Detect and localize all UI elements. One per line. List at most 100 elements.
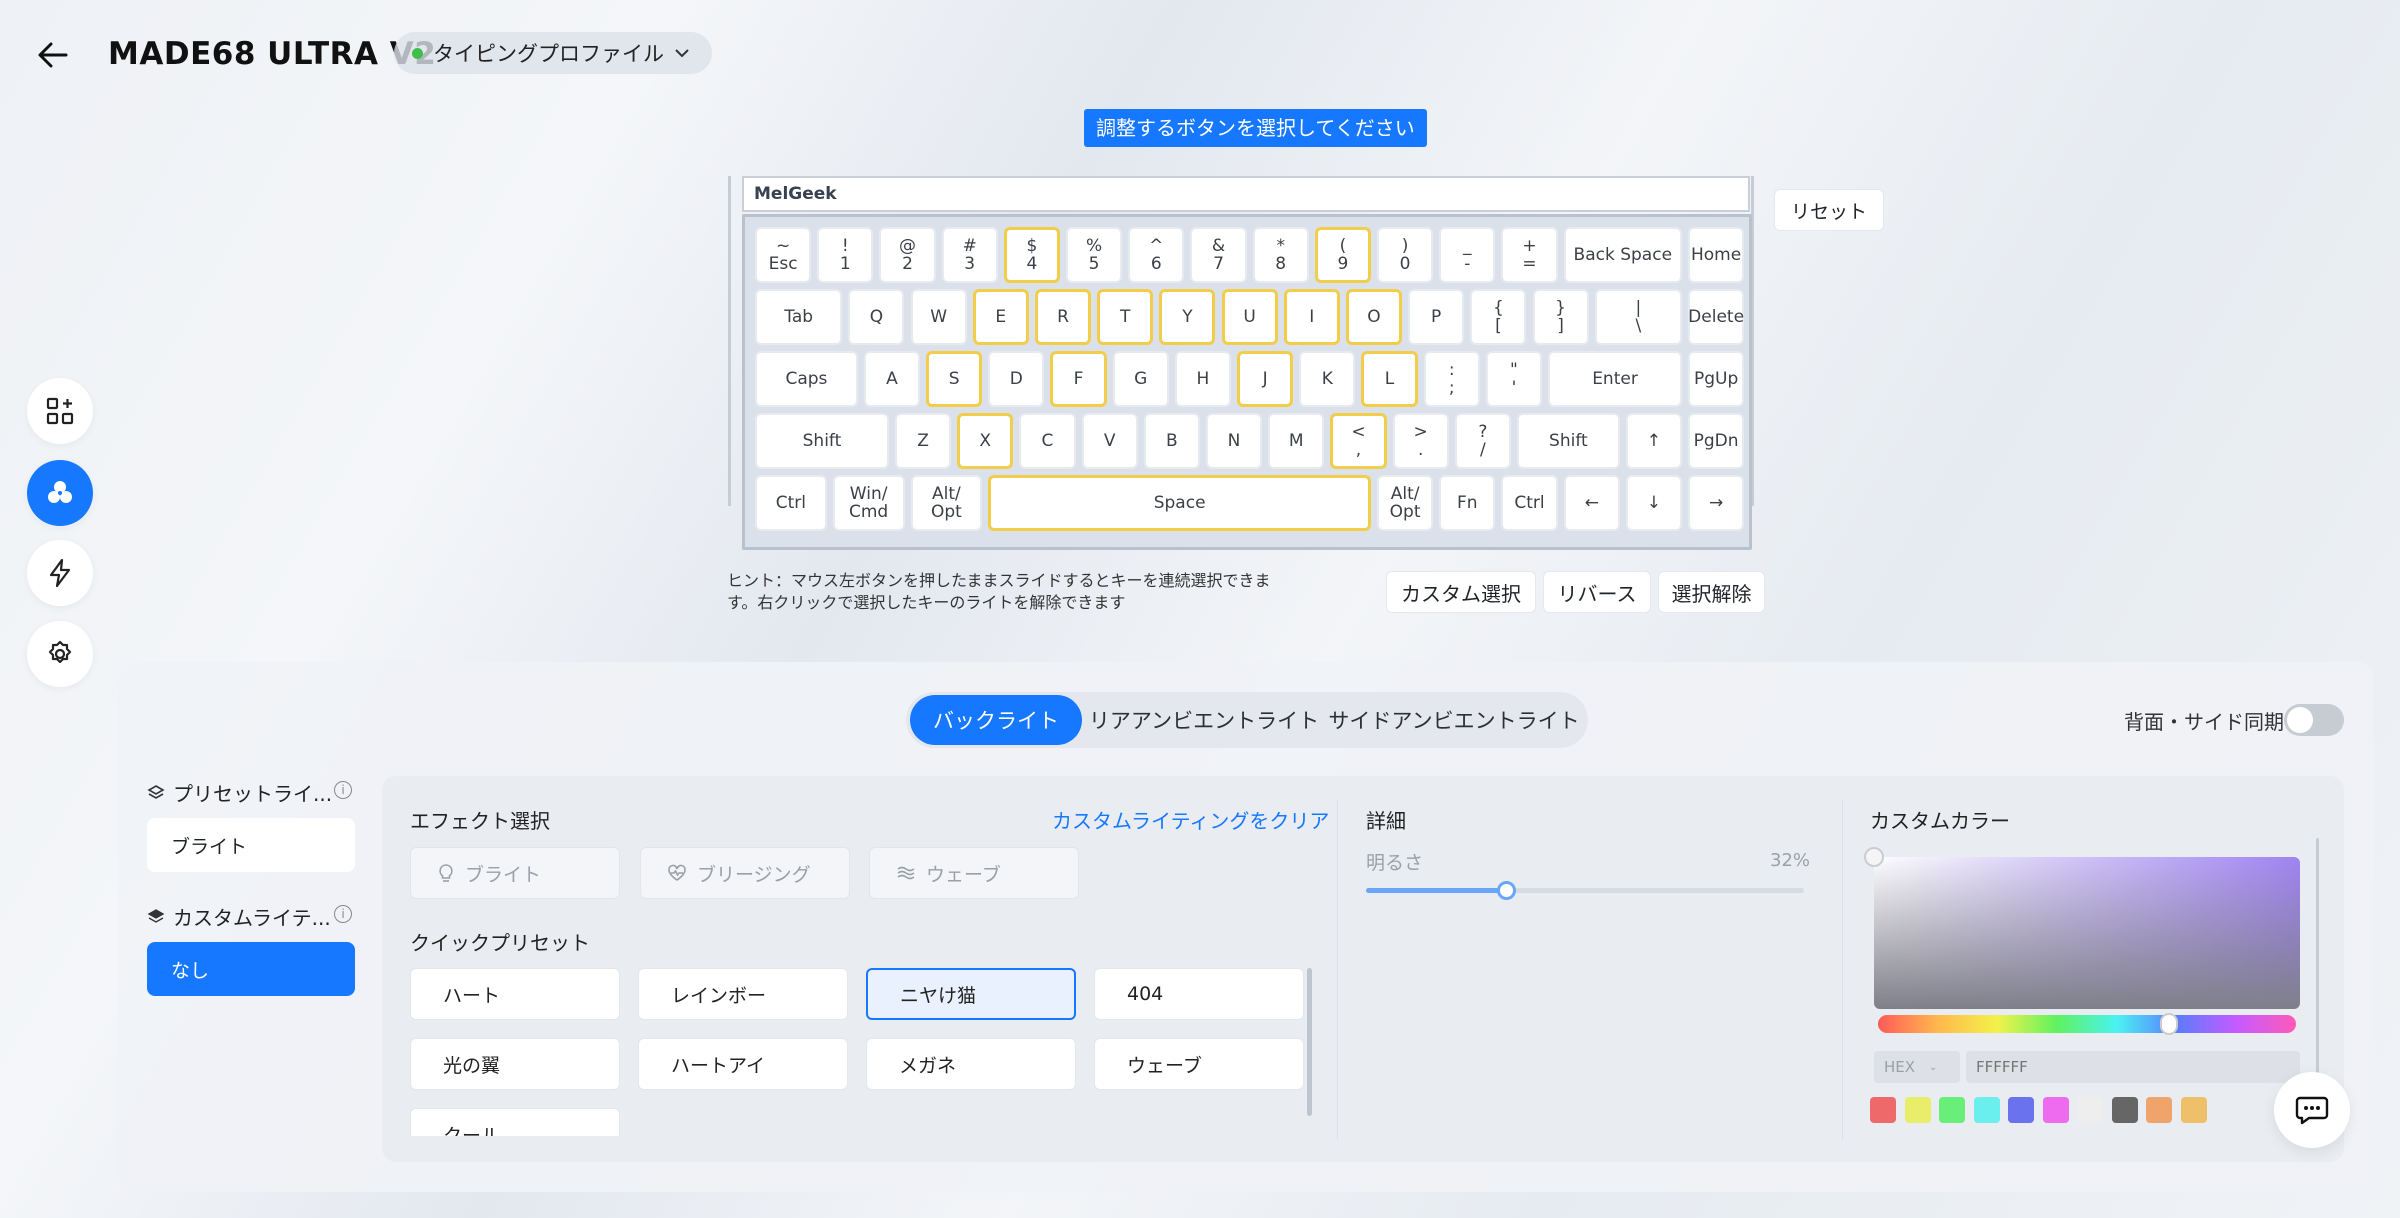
preset-wave[interactable]: ウェーブ <box>1094 1038 1304 1090</box>
color-picker-handle[interactable] <box>1864 847 1884 867</box>
preset-glasses[interactable]: メガネ <box>866 1038 1076 1090</box>
color-swatch[interactable] <box>1870 1097 1896 1123</box>
key[interactable]: * 8 <box>1252 227 1309 283</box>
key[interactable]: Fn <box>1439 475 1496 531</box>
key[interactable]: U <box>1221 289 1278 345</box>
key[interactable]: G <box>1112 351 1169 407</box>
color-swatch[interactable] <box>2008 1097 2034 1123</box>
key[interactable]: #3 <box>941 227 998 283</box>
chat-button[interactable] <box>2274 1072 2350 1148</box>
key[interactable]: PgDn <box>1688 413 1745 469</box>
key[interactable]: Alt/Opt <box>1377 475 1434 531</box>
key[interactable]: @2 <box>879 227 936 283</box>
key[interactable]: W <box>910 289 967 345</box>
effect-wave-button[interactable]: ウェーブ <box>869 847 1079 899</box>
deselect-button[interactable]: 選択解除 <box>1658 571 1765 613</box>
color-swatch[interactable] <box>2146 1097 2172 1123</box>
key[interactable]: → <box>1688 475 1745 531</box>
preset-rainbow[interactable]: レインボー <box>638 968 848 1020</box>
key[interactable]: ^ 6 <box>1128 227 1185 283</box>
key[interactable]: I <box>1283 289 1340 345</box>
info-icon[interactable]: i <box>334 781 352 799</box>
key[interactable]: Ctrl <box>1501 475 1558 531</box>
key[interactable]: ! 1 <box>817 227 874 283</box>
color-swatch[interactable] <box>2042 1097 2069 1123</box>
key[interactable]: ~ Esc <box>755 227 812 283</box>
key[interactable]: E <box>972 289 1029 345</box>
key[interactable]: Alt/Opt <box>910 475 983 531</box>
key[interactable]: S <box>926 351 983 407</box>
key[interactable]: $4 <box>1003 227 1060 283</box>
key[interactable]: }] <box>1532 289 1589 345</box>
key[interactable]: (9 <box>1314 227 1371 283</box>
key[interactable]: F <box>1050 351 1107 407</box>
key[interactable]: ← <box>1563 475 1620 531</box>
color-swatch[interactable] <box>2111 1097 2138 1123</box>
key[interactable]: O <box>1345 289 1403 345</box>
key[interactable]: Shift <box>755 413 889 469</box>
key[interactable]: {[ <box>1470 289 1527 345</box>
key[interactable]: Shift <box>1516 413 1620 469</box>
hue-slider-handle[interactable] <box>2160 1013 2178 1035</box>
key[interactable]: ? / <box>1454 413 1511 469</box>
hue-slider[interactable] <box>1878 1015 2296 1033</box>
preset-lighting-item[interactable]: ブライト <box>147 818 355 872</box>
preset-grinning-cat[interactable]: ニヤけ猫 <box>866 968 1076 1020</box>
info-icon[interactable]: i <box>334 905 352 923</box>
custom-lighting-item[interactable]: なし <box>147 942 355 996</box>
key[interactable]: M <box>1268 413 1325 469</box>
effect-breathing-button[interactable]: ブリージング <box>640 847 850 899</box>
hex-input[interactable] <box>1966 1051 2300 1083</box>
key[interactable]: Back Space <box>1563 227 1682 283</box>
key[interactable]: Caps <box>755 351 858 407</box>
key[interactable]: Ctrl <box>755 475 827 531</box>
key[interactable]: >. <box>1392 413 1449 469</box>
key[interactable]: PgUp <box>1688 351 1745 407</box>
key[interactable]: N <box>1205 413 1263 469</box>
key[interactable]: R <box>1034 289 1092 345</box>
key[interactable]: Win/Cmd <box>832 475 905 531</box>
effect-bright-button[interactable]: ブライト <box>410 847 620 899</box>
color-swatch[interactable] <box>2180 1097 2207 1123</box>
key[interactable]: Q <box>848 289 905 345</box>
nav-performance-button[interactable] <box>27 540 93 606</box>
preset-heart[interactable]: ハート <box>410 968 620 1020</box>
key[interactable]: + = <box>1501 227 1558 283</box>
preset-scrollbar[interactable] <box>1307 968 1312 1116</box>
key[interactable]: A <box>863 351 921 407</box>
key[interactable]: Space <box>988 475 1371 531</box>
key[interactable]: J <box>1237 351 1294 407</box>
color-swatch[interactable] <box>1904 1097 1931 1123</box>
profile-selector[interactable]: タイピングプロファイル <box>394 32 712 74</box>
reset-button[interactable]: リセット <box>1774 189 1884 231</box>
key[interactable]: | \ <box>1594 289 1682 345</box>
preset-cool[interactable]: クール <box>410 1108 620 1136</box>
nav-settings-button[interactable] <box>27 621 93 687</box>
key[interactable]: <, <box>1330 413 1387 469</box>
nav-keymap-button[interactable] <box>27 378 93 444</box>
key[interactable]: L <box>1361 351 1418 407</box>
color-saturation-area[interactable] <box>1874 857 2300 1009</box>
preset-wings-of-light[interactable]: 光の翼 <box>410 1038 620 1090</box>
key[interactable]: % 5 <box>1066 227 1123 283</box>
key[interactable]: ) 0 <box>1377 227 1434 283</box>
key[interactable]: C <box>1019 413 1076 469</box>
key[interactable]: K <box>1299 351 1356 407</box>
key[interactable]: Home <box>1688 227 1745 283</box>
color-panel-scrollbar[interactable] <box>2316 838 2319 1078</box>
key[interactable]: Z <box>894 413 952 469</box>
key[interactable]: _ - <box>1439 227 1496 283</box>
back-button[interactable] <box>30 32 76 78</box>
color-swatch[interactable] <box>1939 1097 1965 1123</box>
nav-lighting-button[interactable] <box>27 460 93 526</box>
clear-custom-lighting-link[interactable]: カスタムライティングをクリア <box>1052 805 1329 834</box>
preset-404[interactable]: 404 <box>1094 968 1304 1020</box>
key[interactable]: P <box>1408 289 1465 345</box>
key[interactable]: Tab <box>755 289 843 345</box>
key[interactable]: D <box>988 351 1045 407</box>
key[interactable]: H <box>1174 351 1232 407</box>
key[interactable]: :; <box>1423 351 1480 407</box>
preset-heart-eyes[interactable]: ハートアイ <box>638 1038 848 1090</box>
key[interactable]: X <box>957 413 1014 469</box>
key[interactable]: Y <box>1159 289 1216 345</box>
